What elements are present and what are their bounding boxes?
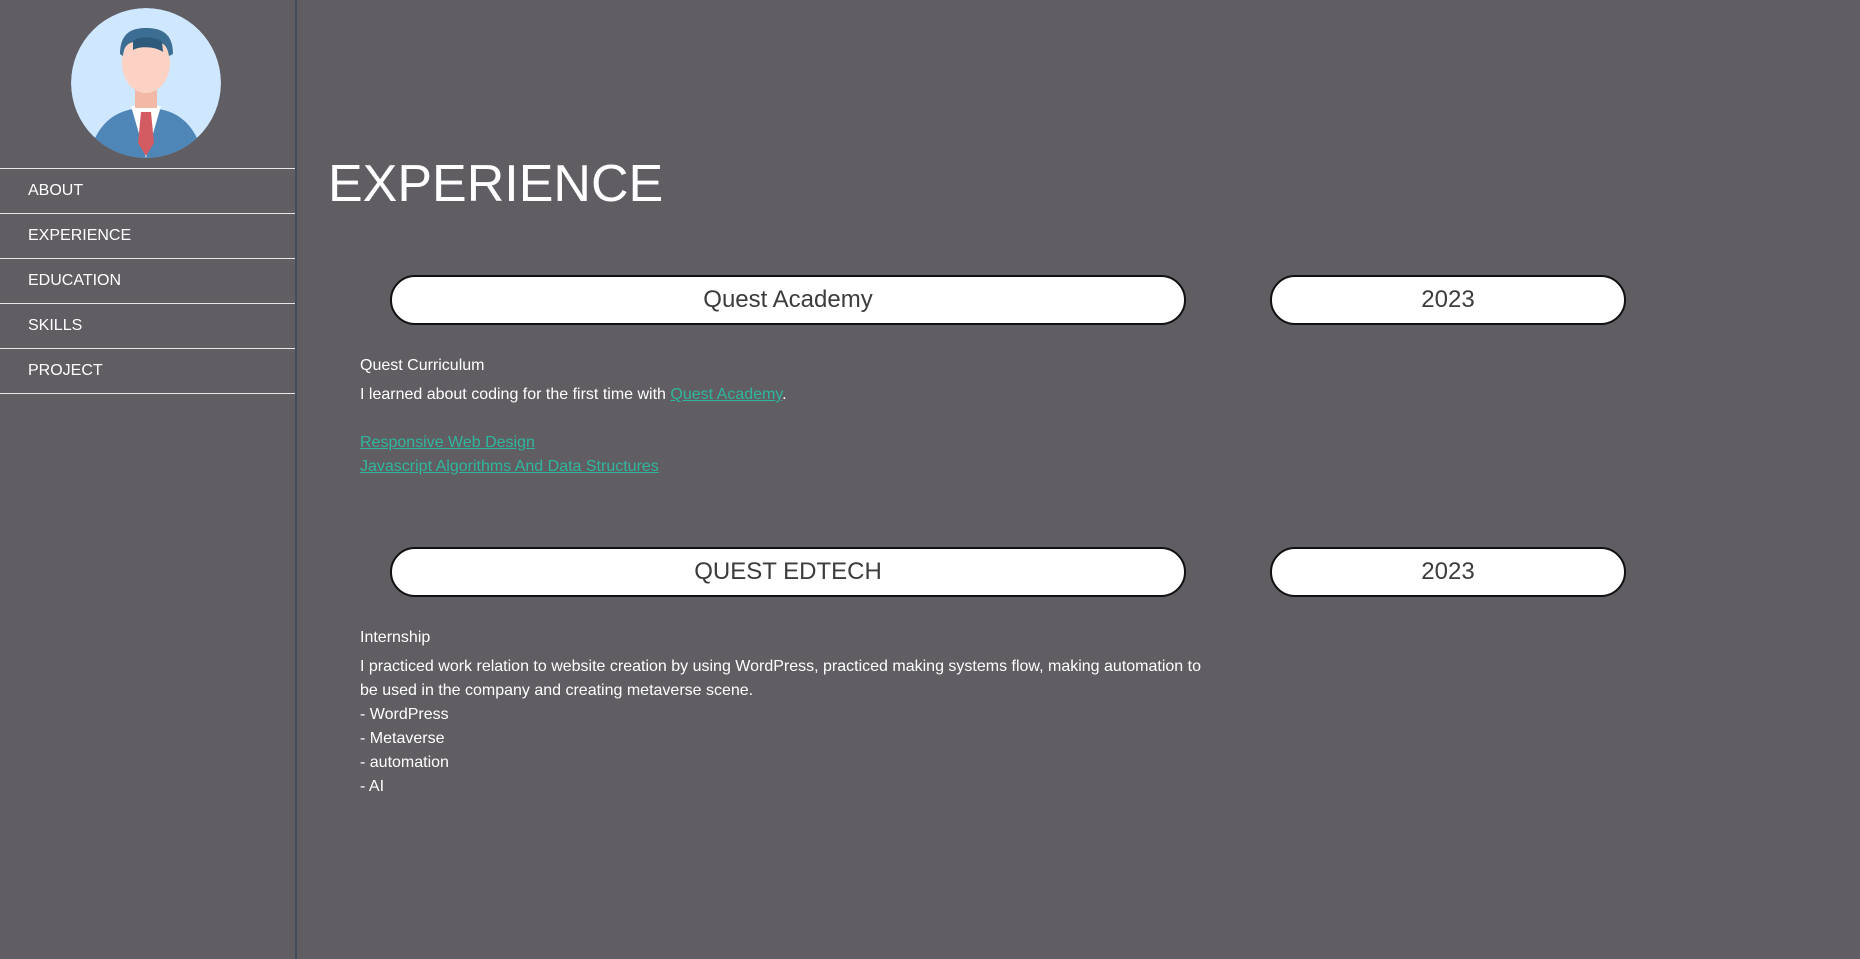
experience-organization: QUEST EDTECH	[390, 547, 1186, 597]
skill-bullet: - AI	[360, 778, 385, 795]
experience-organization: Quest Academy	[390, 275, 1186, 325]
responsive-web-design-link[interactable]: Responsive Web Design	[360, 434, 535, 451]
skill-bullet: - Metaverse	[360, 730, 445, 747]
page-title: EXPERIENCE	[328, 155, 664, 213]
experience-year: 2023	[1270, 275, 1626, 325]
javascript-algorithms-link[interactable]: Javascript Algorithms And Data Structure…	[360, 458, 659, 475]
sidebar-item-about[interactable]: ABOUT	[0, 169, 295, 214]
skill-bullet: - automation	[360, 754, 449, 771]
sidebar-nav: ABOUT EXPERIENCE EDUCATION SKILLS PROJEC…	[0, 168, 295, 394]
experience-role: Quest Curriculum	[360, 357, 485, 374]
businessman-avatar-icon	[71, 8, 221, 158]
sidebar-item-skills[interactable]: SKILLS	[0, 304, 295, 349]
sidebar-item-project[interactable]: PROJECT	[0, 349, 295, 394]
quest-academy-link[interactable]: Quest Academy	[670, 386, 782, 403]
experience-entry: Quest Curriculum I learned about coding …	[360, 354, 1220, 479]
description-text: I learned about coding for the first tim…	[360, 386, 671, 403]
description-suffix: .	[782, 386, 787, 403]
sidebar-item-education[interactable]: EDUCATION	[0, 259, 295, 304]
sidebar-item-experience[interactable]: EXPERIENCE	[0, 214, 295, 259]
experience-description: I practiced work relation to website cre…	[360, 658, 1201, 699]
experience-entry: Internship I practiced work relation to …	[360, 626, 1220, 799]
skill-bullet: - WordPress	[360, 706, 449, 723]
experience-role: Internship	[360, 629, 431, 646]
experience-description: I learned about coding for the first tim…	[360, 383, 1220, 407]
sidebar: ABOUT EXPERIENCE EDUCATION SKILLS PROJEC…	[0, 0, 297, 959]
experience-year: 2023	[1270, 547, 1626, 597]
